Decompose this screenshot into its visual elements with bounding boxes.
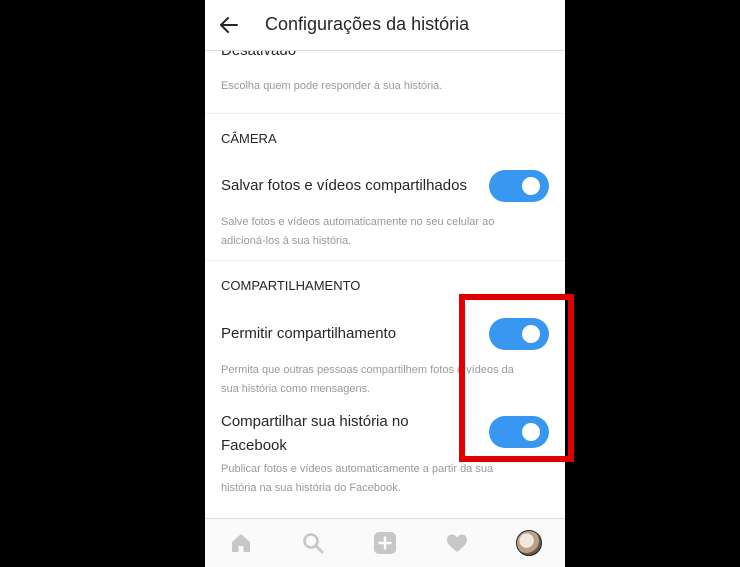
back-arrow-icon xyxy=(220,17,238,33)
home-icon xyxy=(232,534,250,552)
facebook-share-label-line2: Facebook xyxy=(221,437,287,454)
back-button[interactable] xyxy=(215,11,243,39)
profile-avatar[interactable] xyxy=(516,530,542,556)
home-tab[interactable] xyxy=(229,531,253,555)
section-title-sharing: COMPARTILHAMENTO xyxy=(221,278,361,293)
reply-setting-description: Escolha quem pode responder à sua histór… xyxy=(221,80,443,92)
page-title: Configurações da história xyxy=(265,14,470,34)
save-photos-description-line2: adicioná-los à sua história. xyxy=(221,235,352,247)
save-photos-label: Salvar fotos e vídeos compartilhados xyxy=(221,177,467,194)
phone-screen: Desativado Escolha quem pode responder à… xyxy=(205,0,565,567)
highlight-box xyxy=(459,294,574,462)
facebook-share-description-line2: história na sua história do Facebook. xyxy=(221,482,401,494)
heart-icon xyxy=(447,534,467,552)
add-post-tab[interactable] xyxy=(373,531,397,555)
section-title-camera: CÂMERA xyxy=(221,131,277,146)
search-icon xyxy=(303,533,324,554)
top-bar: Configurações da história xyxy=(205,0,565,51)
search-tab[interactable] xyxy=(301,531,325,555)
activity-tab[interactable] xyxy=(445,531,469,555)
save-photos-description-line1: Salve fotos e vídeos automaticamente no … xyxy=(221,216,495,228)
facebook-share-label-line1: Compartilhar sua história no xyxy=(221,413,409,430)
facebook-share-description-line1: Publicar fotos e vídeos automaticamente … xyxy=(221,463,494,475)
save-photos-toggle[interactable] xyxy=(489,170,549,202)
add-icon xyxy=(374,532,396,554)
divider xyxy=(205,260,565,261)
toggle-knob xyxy=(522,177,540,195)
bottom-tab-bar xyxy=(205,518,565,567)
divider xyxy=(205,113,565,114)
allow-sharing-description-line2: sua história como mensagens. xyxy=(221,383,371,395)
allow-sharing-label: Permitir compartilhamento xyxy=(221,325,397,342)
